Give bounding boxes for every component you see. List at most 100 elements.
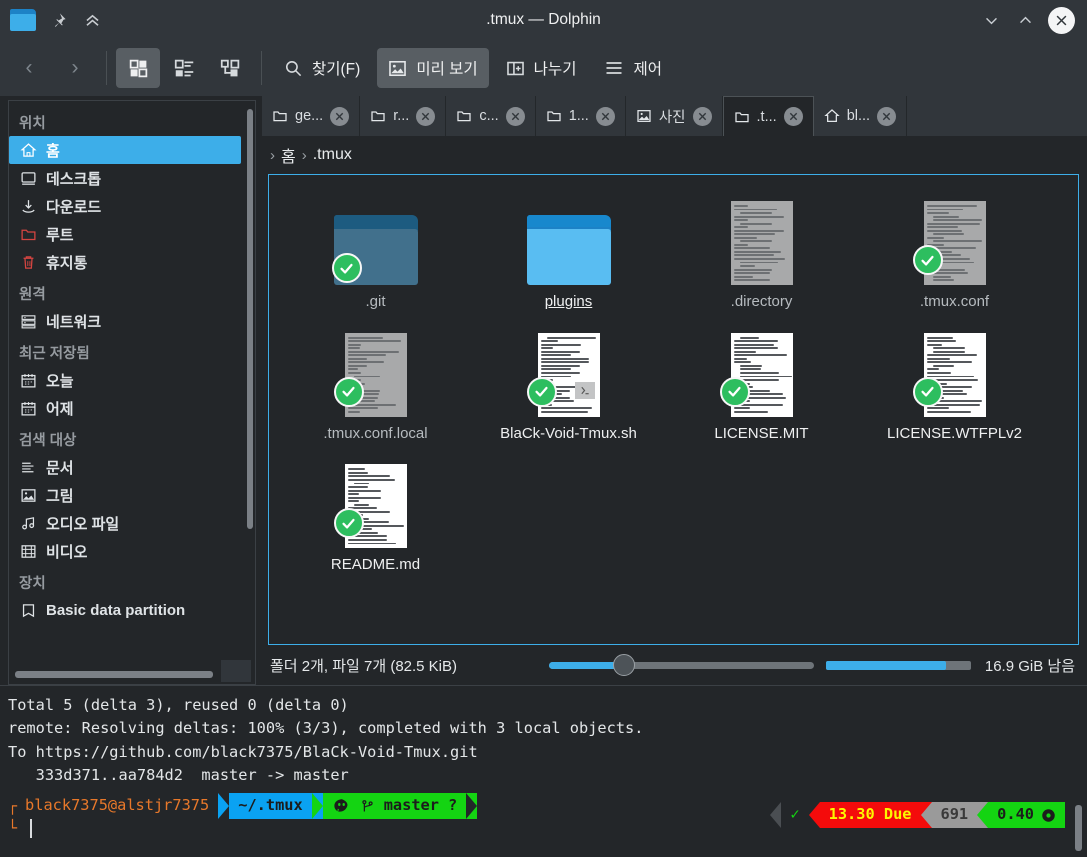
- tab-close-icon[interactable]: [505, 106, 525, 126]
- sidebar-item-2-0[interactable]: 오늘: [9, 366, 241, 394]
- split-button[interactable]: 나누기: [495, 48, 588, 88]
- sidebar-item-1-0[interactable]: 네트워크: [9, 307, 241, 335]
- sidebar-group-title: 원격: [19, 287, 46, 303]
- terminal-scrollbar[interactable]: [1075, 805, 1082, 851]
- details-view-icon[interactable]: [162, 48, 206, 88]
- sidebar-item-3-3[interactable]: 비디오: [9, 537, 241, 565]
- tab-0[interactable]: ge...: [262, 96, 361, 136]
- columns-view-icon[interactable]: [208, 48, 252, 88]
- back-button[interactable]: ‹: [6, 48, 52, 88]
- tab-1[interactable]: r...: [360, 96, 447, 136]
- main-toolbar: ‹ › 찾기(F) 미리 보기 나누기 제어: [0, 40, 1087, 96]
- capacity-bar[interactable]: [825, 660, 971, 670]
- prompt-git-status: ?: [447, 796, 458, 815]
- file-item[interactable]: .git: [279, 189, 472, 321]
- breadcrumb-item-0[interactable]: 홈: [281, 143, 296, 167]
- rprompt-value-segment: 0.40: [988, 802, 1065, 828]
- sidebar-group-title: 위치: [19, 116, 46, 132]
- file-name-label: LICENSE.WTFPLv2: [886, 424, 1023, 442]
- tab-close-icon[interactable]: [595, 106, 615, 126]
- find-button[interactable]: 찾기(F): [273, 48, 371, 88]
- tab-6[interactable]: bl...: [814, 96, 908, 136]
- tab-close-icon[interactable]: [692, 106, 712, 126]
- tab-close-icon[interactable]: [416, 106, 436, 126]
- desktop-icon: [19, 170, 37, 187]
- file-item[interactable]: README.md: [279, 452, 472, 584]
- breadcrumb-item-1[interactable]: .tmux: [313, 146, 352, 164]
- sidebar-horizontal-scrollbar-track: [15, 671, 213, 678]
- sidebar-item-0-0[interactable]: 홈: [9, 136, 241, 164]
- breadcrumb-leading-separator: ›: [270, 146, 275, 164]
- split-icon: [506, 59, 525, 78]
- maximize-button[interactable]: [1014, 12, 1036, 29]
- zoom-slider-handle[interactable]: [612, 654, 635, 676]
- file-view[interactable]: .git plugins .directory .tmux.conf .tmux…: [268, 174, 1079, 645]
- minimize-button[interactable]: [980, 12, 1002, 29]
- git-checked-badge-icon: [912, 245, 943, 275]
- file-item[interactable]: LICENSE.MIT: [665, 321, 858, 453]
- tab-label: ge...: [295, 108, 324, 124]
- git-checked-badge-icon: [333, 508, 364, 539]
- file-item[interactable]: .directory: [665, 189, 858, 321]
- git-checked-badge-icon: [912, 376, 943, 407]
- sidebar-vertical-scrollbar[interactable]: [247, 109, 253, 529]
- terminal-panel[interactable]: Total 5 (delta 3), reused 0 (delta 0) rem…: [0, 685, 1087, 857]
- octocat-icon: [332, 797, 351, 816]
- tab-4[interactable]: 사진: [626, 96, 723, 136]
- title-bar-left-controls: [0, 9, 104, 31]
- double-chevron-up-icon[interactable]: [80, 11, 104, 30]
- terminal-cursor: [30, 818, 33, 838]
- file-item[interactable]: .tmux.conf.local: [279, 321, 472, 453]
- image-icon: [636, 108, 652, 124]
- sidebar-item-3-2[interactable]: 오디오 파일: [9, 509, 241, 537]
- tab-close-icon[interactable]: [877, 106, 897, 126]
- pin-icon[interactable]: [46, 12, 70, 29]
- content-area: 위치 홈 데스크톱 다운로드 루트 휴지통 원격 네트워크 최근 저장됨 오늘 …: [0, 96, 1087, 685]
- prompt-sep-3: [466, 793, 478, 819]
- tab-3[interactable]: 1...: [536, 96, 626, 136]
- zoom-slider[interactable]: [548, 654, 814, 676]
- sidebar-item-0-4[interactable]: 휴지통: [9, 248, 241, 276]
- control-menu-button[interactable]: 제어: [593, 48, 673, 88]
- root-folder-icon: [19, 226, 37, 243]
- file-item[interactable]: BlaCk-Void-Tmux.sh: [472, 321, 665, 453]
- sidebar-item-0-2[interactable]: 다운로드: [9, 192, 241, 220]
- sidebar-item-3-1[interactable]: 그림: [9, 481, 241, 509]
- file-thumbnail: [911, 195, 999, 285]
- preview-button[interactable]: 미리 보기: [377, 48, 489, 88]
- git-checked-badge-icon: [526, 376, 557, 407]
- close-button[interactable]: [1048, 6, 1075, 34]
- control-menu-button-label: 제어: [633, 61, 662, 78]
- file-view-wrapper: .git plugins .directory .tmux.conf .tmux…: [262, 174, 1087, 645]
- tab-label: .t...: [756, 108, 777, 125]
- status-bar: 폴더 2개, 파일 7개 (82.5 KiB) 16.9 GiB 남음: [262, 645, 1087, 685]
- capacity-bar-fill: [825, 660, 946, 670]
- file-item[interactable]: LICENSE.WTFPLv2: [858, 321, 1051, 453]
- image-icon: [19, 487, 37, 504]
- tab-5[interactable]: .t...: [722, 96, 814, 136]
- rprompt-sep-1: [808, 802, 820, 828]
- folder-icon: [546, 108, 562, 124]
- sidebar-item-0-1[interactable]: 데스크톱: [9, 164, 241, 192]
- grid-view-icon[interactable]: [116, 48, 160, 88]
- sidebar-horizontal-scrollbar[interactable]: [15, 671, 213, 678]
- tab-2[interactable]: c...: [446, 96, 536, 136]
- tab-close-icon[interactable]: [783, 107, 803, 126]
- sidebar-item-2-1[interactable]: 어제: [9, 394, 241, 422]
- hamburger-menu-icon: [604, 58, 624, 78]
- preview-icon: [388, 59, 407, 78]
- file-grid: .git plugins .directory .tmux.conf .tmux…: [279, 189, 1068, 584]
- window-controls: [980, 6, 1087, 34]
- file-item[interactable]: .tmux.conf: [858, 189, 1051, 321]
- tab-bar: ge... r... c... 1... 사진 .t... bl...: [262, 96, 1087, 136]
- file-item[interactable]: plugins: [472, 189, 665, 321]
- sidebar-group-title: 최근 저장됨: [19, 346, 90, 362]
- download-icon: [19, 198, 37, 215]
- prompt-sep-2: [311, 793, 323, 819]
- tab-close-icon[interactable]: [330, 106, 350, 126]
- forward-button[interactable]: ›: [52, 48, 98, 88]
- sidebar-item-0-3[interactable]: 루트: [9, 220, 241, 248]
- sidebar-item-4-0[interactable]: Basic data partition: [9, 596, 241, 624]
- sidebar-item-3-0[interactable]: 문서: [9, 453, 241, 481]
- trash-icon: [19, 254, 37, 271]
